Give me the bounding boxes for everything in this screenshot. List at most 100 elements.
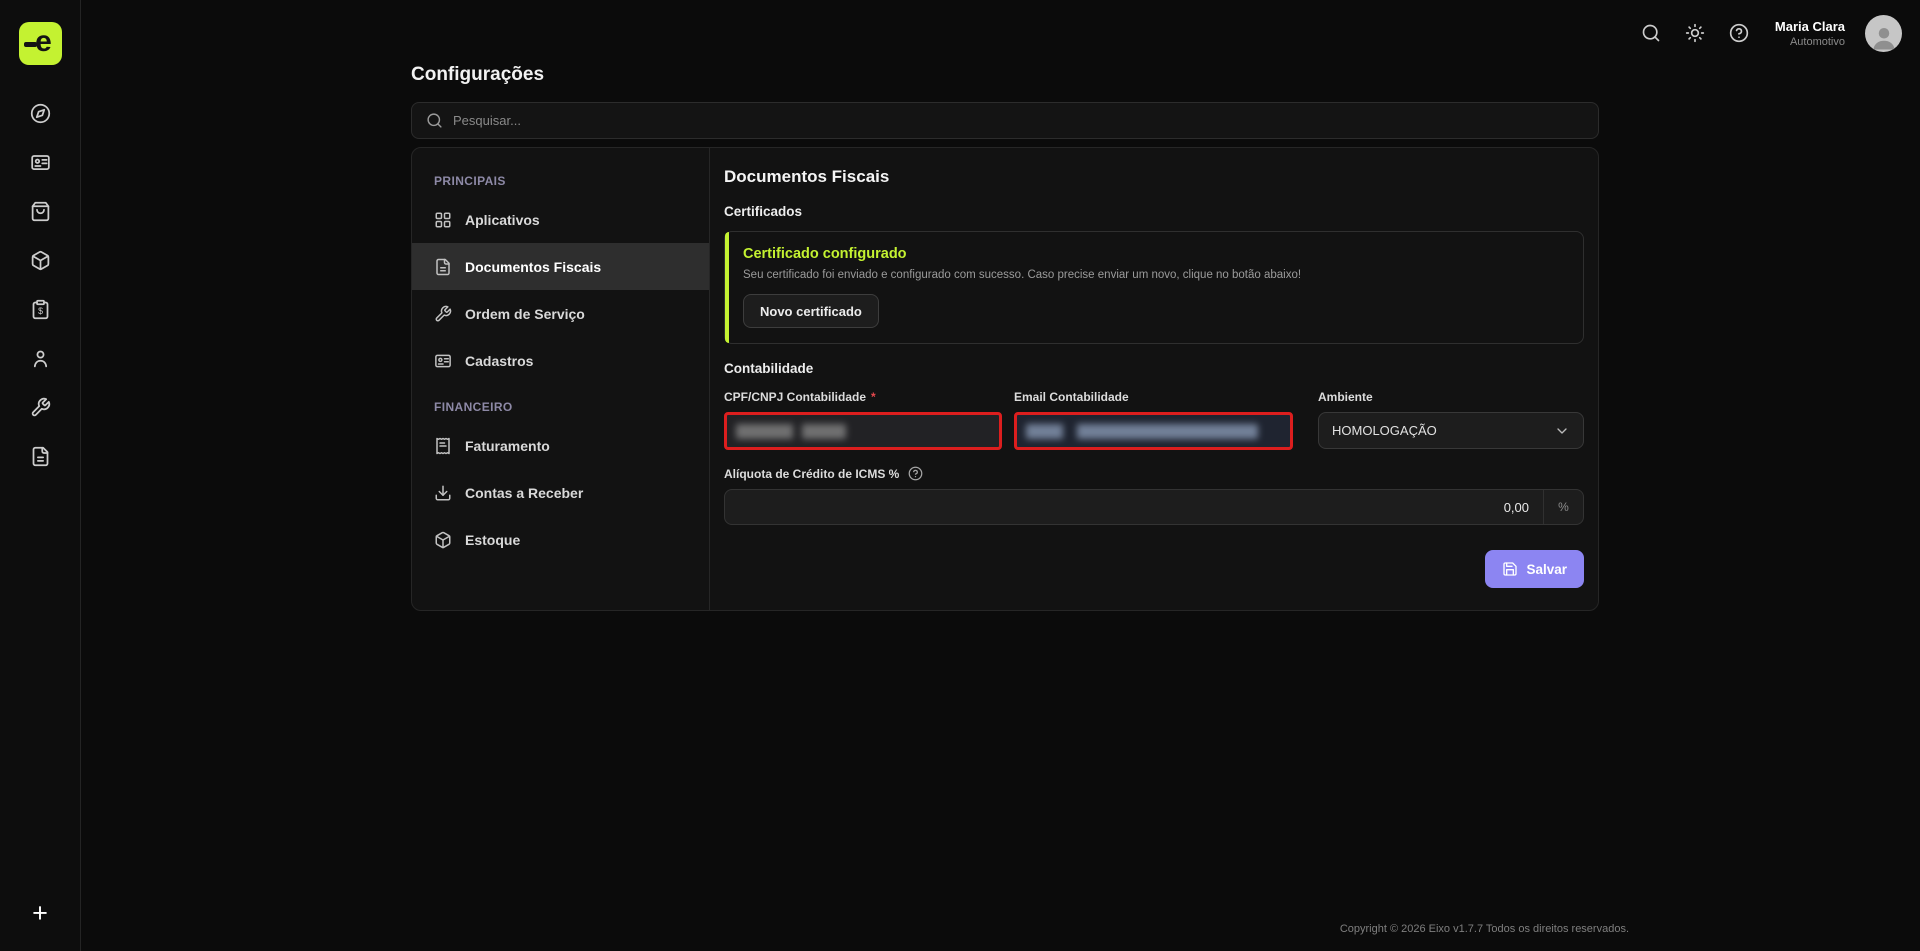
settings-content: PRINCIPAIS Aplicativos Documentos Fiscai… bbox=[411, 102, 1599, 611]
contabilidade-title: Contabilidade bbox=[724, 361, 1584, 376]
id-card-icon bbox=[30, 152, 51, 173]
email-input[interactable] bbox=[1014, 412, 1293, 450]
search-icon bbox=[426, 112, 443, 129]
environment-label-text: Ambiente bbox=[1318, 390, 1373, 404]
icms-help-icon[interactable] bbox=[908, 466, 923, 481]
settings-nav-estoque[interactable]: Estoque bbox=[412, 516, 709, 563]
certificate-status-description: Seu certificado foi enviado e configurad… bbox=[743, 269, 1565, 281]
settings-searchbar[interactable] bbox=[411, 102, 1599, 139]
compass-icon bbox=[30, 103, 51, 124]
settings-nav-documentos-fiscais[interactable]: Documentos Fiscais bbox=[412, 243, 709, 290]
package-icon bbox=[30, 250, 51, 271]
environment-selected-value: HOMOLOGAÇÃO bbox=[1332, 423, 1437, 438]
logo-bar bbox=[24, 42, 37, 47]
certificate-status-box: Certificado configurado Seu certificado … bbox=[724, 231, 1584, 344]
copyright-text: Copyright © 2026 Eixo v1.7.7 Todos os di… bbox=[1340, 923, 1629, 935]
cpf-cnpj-input[interactable] bbox=[724, 412, 1002, 450]
redacted-cpf-value bbox=[736, 424, 846, 439]
environment-select[interactable]: HOMOLOGAÇÃO bbox=[1318, 412, 1584, 449]
user-name: Maria Clara bbox=[1775, 19, 1845, 34]
avatar[interactable] bbox=[1865, 15, 1902, 52]
sidebar-item-package[interactable] bbox=[28, 248, 52, 272]
icms-field: Alíquota de Crédito de ICMS % 0,00 % bbox=[724, 466, 1584, 525]
email-label-text: Email Contabilidade bbox=[1014, 390, 1129, 404]
nav-item-label: Estoque bbox=[465, 532, 520, 548]
download-icon bbox=[434, 484, 452, 502]
environment-label: Ambiente bbox=[1318, 390, 1584, 404]
settings-panel: PRINCIPAIS Aplicativos Documentos Fiscai… bbox=[411, 147, 1599, 611]
save-button[interactable]: Salvar bbox=[1485, 550, 1584, 588]
settings-nav-aplicativos[interactable]: Aplicativos bbox=[412, 196, 709, 243]
nav-section-principais: PRINCIPAIS bbox=[412, 166, 709, 196]
redacted-email-value bbox=[1026, 424, 1258, 439]
icms-value: 0,00 bbox=[725, 490, 1543, 524]
shopping-bag-icon bbox=[30, 201, 51, 222]
nav-item-label: Contas a Receber bbox=[465, 485, 583, 501]
sidebar-item-id-card[interactable] bbox=[28, 150, 52, 174]
email-label: Email Contabilidade bbox=[1014, 390, 1293, 404]
certificados-title: Certificados bbox=[724, 204, 1584, 219]
help-circle-icon bbox=[908, 466, 923, 481]
nav-item-label: Aplicativos bbox=[465, 212, 540, 228]
settings-nav-faturamento[interactable]: Faturamento bbox=[412, 422, 709, 469]
sidebar-item-person[interactable] bbox=[28, 346, 52, 370]
sidebar-item-wrench[interactable] bbox=[28, 395, 52, 419]
app-logo[interactable]: e bbox=[19, 22, 62, 65]
sidebar-item-shopping-bag[interactable] bbox=[28, 199, 52, 223]
icms-label: Alíquota de Crédito de ICMS % bbox=[724, 466, 1584, 481]
help-button[interactable] bbox=[1727, 21, 1751, 45]
nav-item-label: Faturamento bbox=[465, 438, 550, 454]
add-button[interactable]: + bbox=[24, 897, 56, 929]
settings-search-input[interactable] bbox=[453, 113, 1584, 128]
avatar-silhouette-icon bbox=[1869, 22, 1899, 52]
id-card-icon bbox=[434, 352, 452, 370]
svg-text:$: $ bbox=[38, 305, 43, 315]
chevron-down-icon bbox=[1554, 423, 1570, 439]
nav-section-financeiro: FINANCEIRO bbox=[412, 392, 709, 422]
settings-nav-ordem-de-servico[interactable]: Ordem de Serviço bbox=[412, 290, 709, 337]
wrench-icon bbox=[30, 397, 51, 418]
cpf-cnpj-label-text: CPF/CNPJ Contabilidade bbox=[724, 390, 866, 404]
sidebar-item-order-dollar[interactable]: $ bbox=[28, 297, 52, 321]
package-icon bbox=[434, 531, 452, 549]
logo-letter: e bbox=[35, 27, 52, 57]
nav-item-label: Ordem de Serviço bbox=[465, 306, 585, 322]
accounting-form-row: CPF/CNPJ Contabilidade * Email Contabili… bbox=[724, 390, 1584, 450]
nav-item-label: Documentos Fiscais bbox=[465, 259, 601, 275]
icms-label-text: Alíquota de Crédito de ICMS % bbox=[724, 467, 899, 481]
file-text-icon bbox=[30, 446, 51, 467]
file-text-icon bbox=[434, 258, 452, 276]
nav-item-label: Cadastros bbox=[465, 353, 533, 369]
grid-icon bbox=[434, 211, 452, 229]
documentos-fiscais-panel: Documentos Fiscais Certificados Certific… bbox=[710, 148, 1599, 610]
new-certificate-button[interactable]: Novo certificado bbox=[743, 294, 879, 328]
theme-toggle-button[interactable] bbox=[1683, 21, 1707, 45]
cpf-cnpj-label: CPF/CNPJ Contabilidade * bbox=[724, 390, 1002, 404]
topbar: Maria Clara Automotivo bbox=[81, 0, 1920, 66]
save-button-label: Salvar bbox=[1526, 562, 1567, 577]
global-search-button[interactable] bbox=[1639, 21, 1663, 45]
settings-nav-cadastros[interactable]: Cadastros bbox=[412, 337, 709, 384]
person-icon bbox=[30, 348, 51, 369]
receipt-icon bbox=[434, 437, 452, 455]
email-field: Email Contabilidade bbox=[1014, 390, 1293, 450]
icms-input[interactable]: 0,00 % bbox=[724, 489, 1584, 525]
sidebar: e $ + bbox=[0, 0, 81, 951]
wrench-icon bbox=[434, 305, 452, 323]
icms-suffix: % bbox=[1543, 490, 1583, 524]
page-title: Configurações bbox=[411, 64, 1920, 86]
settings-nav-contas-a-receber[interactable]: Contas a Receber bbox=[412, 469, 709, 516]
sidebar-item-compass[interactable] bbox=[28, 101, 52, 125]
sidebar-nav: $ bbox=[28, 101, 52, 468]
clipboard-dollar-icon: $ bbox=[30, 299, 51, 320]
main-area: Configurações PRINCIPAIS Aplicativos Doc… bbox=[81, 0, 1920, 611]
cpf-cnpj-field: CPF/CNPJ Contabilidade * bbox=[724, 390, 1002, 450]
save-icon bbox=[1502, 561, 1518, 577]
user-role: Automotivo bbox=[1775, 36, 1845, 48]
user-block[interactable]: Maria Clara Automotivo bbox=[1775, 19, 1845, 48]
required-asterisk: * bbox=[871, 390, 876, 404]
help-circle-icon bbox=[1729, 23, 1749, 43]
section-heading: Documentos Fiscais bbox=[724, 167, 1584, 187]
environment-field: Ambiente HOMOLOGAÇÃO bbox=[1318, 390, 1584, 450]
sidebar-item-file[interactable] bbox=[28, 444, 52, 468]
